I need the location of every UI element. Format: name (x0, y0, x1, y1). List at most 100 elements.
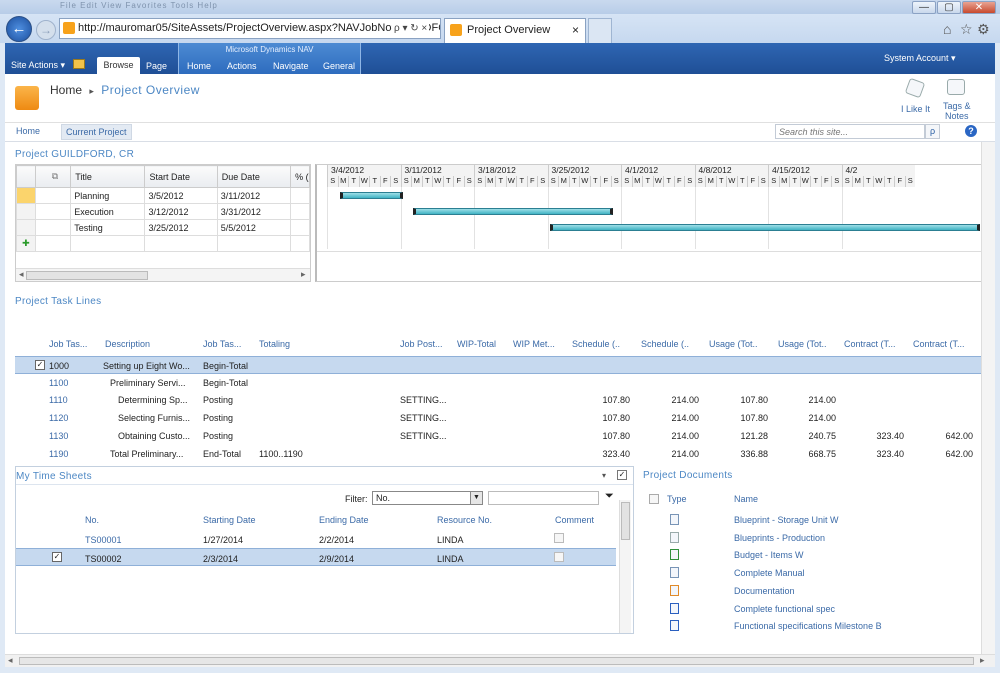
select-all-checkbox[interactable] (649, 494, 659, 504)
col-ts-end[interactable]: Ending Date (319, 515, 369, 525)
task-cell-no[interactable]: 1190 (49, 449, 68, 459)
col-task-7[interactable]: Schedule (.. (572, 339, 620, 349)
page-hscrollbar[interactable]: ◂ ▸ (5, 654, 995, 667)
row-selector[interactable] (16, 219, 36, 236)
table-row[interactable]: ✓ 1000 Setting up Eight Wo... Begin-Total (15, 356, 995, 374)
tab-project-overview[interactable]: Project Overview × (444, 18, 586, 43)
nav-home-link[interactable]: Home (16, 126, 40, 136)
gantt-bar[interactable] (413, 208, 613, 215)
col-task-0[interactable]: Job Tas... (49, 339, 87, 349)
table-row[interactable]: 1190 Total Preliminary... End-Total 1100..1… (15, 445, 995, 463)
col-task-11[interactable]: Contract (T... (844, 339, 896, 349)
favorites-star-icon[interactable]: ☆ (960, 21, 973, 38)
col-task-8[interactable]: Schedule (.. (641, 339, 689, 349)
i-like-it-button[interactable]: I Like It (901, 104, 930, 114)
navigate-up-icon[interactable] (73, 59, 85, 69)
table-row[interactable]: TS00001 1/27/2014 2/2/2014 LINDA (16, 530, 616, 548)
table-row[interactable]: 1100 Preliminary Servi... Begin-Total (15, 374, 995, 392)
col-ts-no[interactable]: No. (85, 515, 99, 525)
document-link[interactable]: Blueprint - Storage Unit W (734, 515, 839, 525)
scroll-left-icon[interactable]: ◂ (8, 655, 13, 666)
scroll-thumb[interactable] (19, 657, 974, 665)
tab-home[interactable]: Home (187, 61, 211, 71)
col-task-9[interactable]: Usage (Tot.. (709, 339, 758, 349)
col-start-date[interactable]: Start Date (144, 165, 218, 188)
col-task-12[interactable]: Contract (T... (913, 339, 965, 349)
document-link[interactable]: Complete Manual (734, 568, 805, 578)
table-row[interactable]: Execution 3/12/2012 3/31/2012 (16, 203, 310, 220)
task-cell-no[interactable]: 1130 (49, 431, 68, 441)
add-task-icon[interactable]: ✚ (16, 235, 36, 252)
scroll-thumb[interactable] (621, 502, 630, 540)
gantt-bar[interactable] (549, 224, 980, 231)
col-task-3[interactable]: Totaling (259, 339, 290, 349)
table-row[interactable]: 1130 Obtaining Custo... Posting SETTING... 1… (15, 427, 995, 445)
col-due-date[interactable]: Due Date (216, 165, 292, 188)
tags-notes-icon[interactable] (947, 79, 965, 95)
col-ts-resource[interactable]: Resource No. (437, 515, 492, 525)
col-task-6[interactable]: WIP Met... (513, 339, 555, 349)
nav-current-project-link[interactable]: Current Project (61, 124, 132, 140)
row-selector[interactable] (16, 203, 36, 220)
chevron-down-icon[interactable]: ▼ (470, 492, 482, 504)
col-task-1[interactable]: Description (105, 339, 150, 349)
tools-gear-icon[interactable]: ⚙ (977, 21, 990, 38)
filter-value-input[interactable] (488, 491, 599, 505)
tab-close-icon[interactable]: × (572, 19, 579, 41)
close-window-button[interactable]: ✕ (962, 1, 996, 14)
task-cell-no[interactable]: 1110 (49, 395, 68, 405)
address-bar[interactable]: http://mauromar05/SiteAssets/ProjectOver… (59, 18, 441, 39)
tab-browse[interactable]: Browse (97, 57, 140, 74)
document-link[interactable]: Budget - Items W (734, 550, 804, 560)
url-actions-icon[interactable]: ρ ▾ ↻ × (392, 23, 430, 34)
col-task-4[interactable]: Job Post... (400, 339, 443, 349)
row-selector[interactable] (16, 187, 36, 204)
col-task-2[interactable]: Job Tas... (203, 339, 241, 349)
col-task-10[interactable]: Usage (Tot.. (778, 339, 827, 349)
document-link[interactable]: Documentation (734, 586, 795, 596)
scroll-thumb[interactable] (26, 271, 148, 280)
col-ts-start[interactable]: Starting Date (203, 515, 256, 525)
add-row[interactable]: ✚ (16, 235, 310, 252)
comment-checkbox[interactable] (554, 533, 564, 543)
table-row-selected[interactable]: ✓ TS00002 2/3/2014 2/9/2014 LINDA (16, 548, 616, 566)
document-link[interactable]: Complete functional spec (734, 604, 835, 614)
tab-page[interactable]: Page (146, 61, 167, 71)
user-menu[interactable]: System Account ▾ (884, 53, 956, 64)
home-icon[interactable]: ⌂ (943, 21, 951, 37)
col-doc-type[interactable]: Type (667, 494, 687, 504)
time-sheets-vscrollbar[interactable] (619, 500, 631, 633)
document-link[interactable]: Functional specifications Milestone B (734, 621, 882, 631)
site-actions-menu[interactable]: Site Actions ▾ (11, 60, 65, 71)
col-doc-name[interactable]: Name (734, 494, 758, 504)
table-row[interactable]: Planning 3/5/2012 3/11/2012 (16, 187, 310, 204)
task-cell-no[interactable]: 1100 (49, 378, 68, 388)
part-select-checkbox[interactable]: ✓ (617, 470, 627, 480)
grid-hscrollbar[interactable]: ◂ ▸ (16, 268, 310, 281)
col-title[interactable]: Title (70, 165, 146, 188)
part-menu-icon[interactable]: ▾ (602, 471, 606, 480)
task-cell-no[interactable]: 1000 (49, 361, 69, 371)
table-row[interactable]: 1120 Selecting Furnis... Posting SETTING...… (15, 409, 995, 427)
search-button[interactable]: ρ (925, 124, 940, 139)
task-cell-no[interactable]: 1120 (49, 413, 68, 423)
filter-select[interactable]: No. ▼ (372, 491, 483, 505)
maximize-button[interactable]: ▢ (937, 1, 961, 14)
tab-navigate[interactable]: Navigate (273, 61, 309, 71)
i-like-it-icon[interactable] (904, 77, 926, 99)
table-row[interactable]: 1110 Determining Sp... Posting SETTING... 10… (15, 391, 995, 409)
comment-checkbox[interactable] (554, 552, 564, 562)
page-vscrollbar[interactable] (981, 142, 995, 654)
gantt-bar[interactable] (339, 192, 403, 199)
tab-general[interactable]: General (323, 61, 355, 71)
row-select-checkbox[interactable]: ✓ (52, 552, 62, 562)
breadcrumb-home[interactable]: Home (50, 83, 82, 97)
table-row[interactable]: Testing 3/25/2012 5/5/2012 (16, 219, 310, 236)
col-ts-comment[interactable]: Comment (555, 515, 594, 525)
document-link[interactable]: Blueprints - Production (734, 533, 825, 543)
scroll-right-icon[interactable]: ▸ (980, 655, 985, 666)
tab-actions[interactable]: Actions (227, 61, 257, 71)
row-select-checkbox[interactable]: ✓ (35, 360, 45, 370)
col-percent[interactable]: % ( (290, 165, 310, 188)
search-input[interactable] (775, 124, 925, 139)
